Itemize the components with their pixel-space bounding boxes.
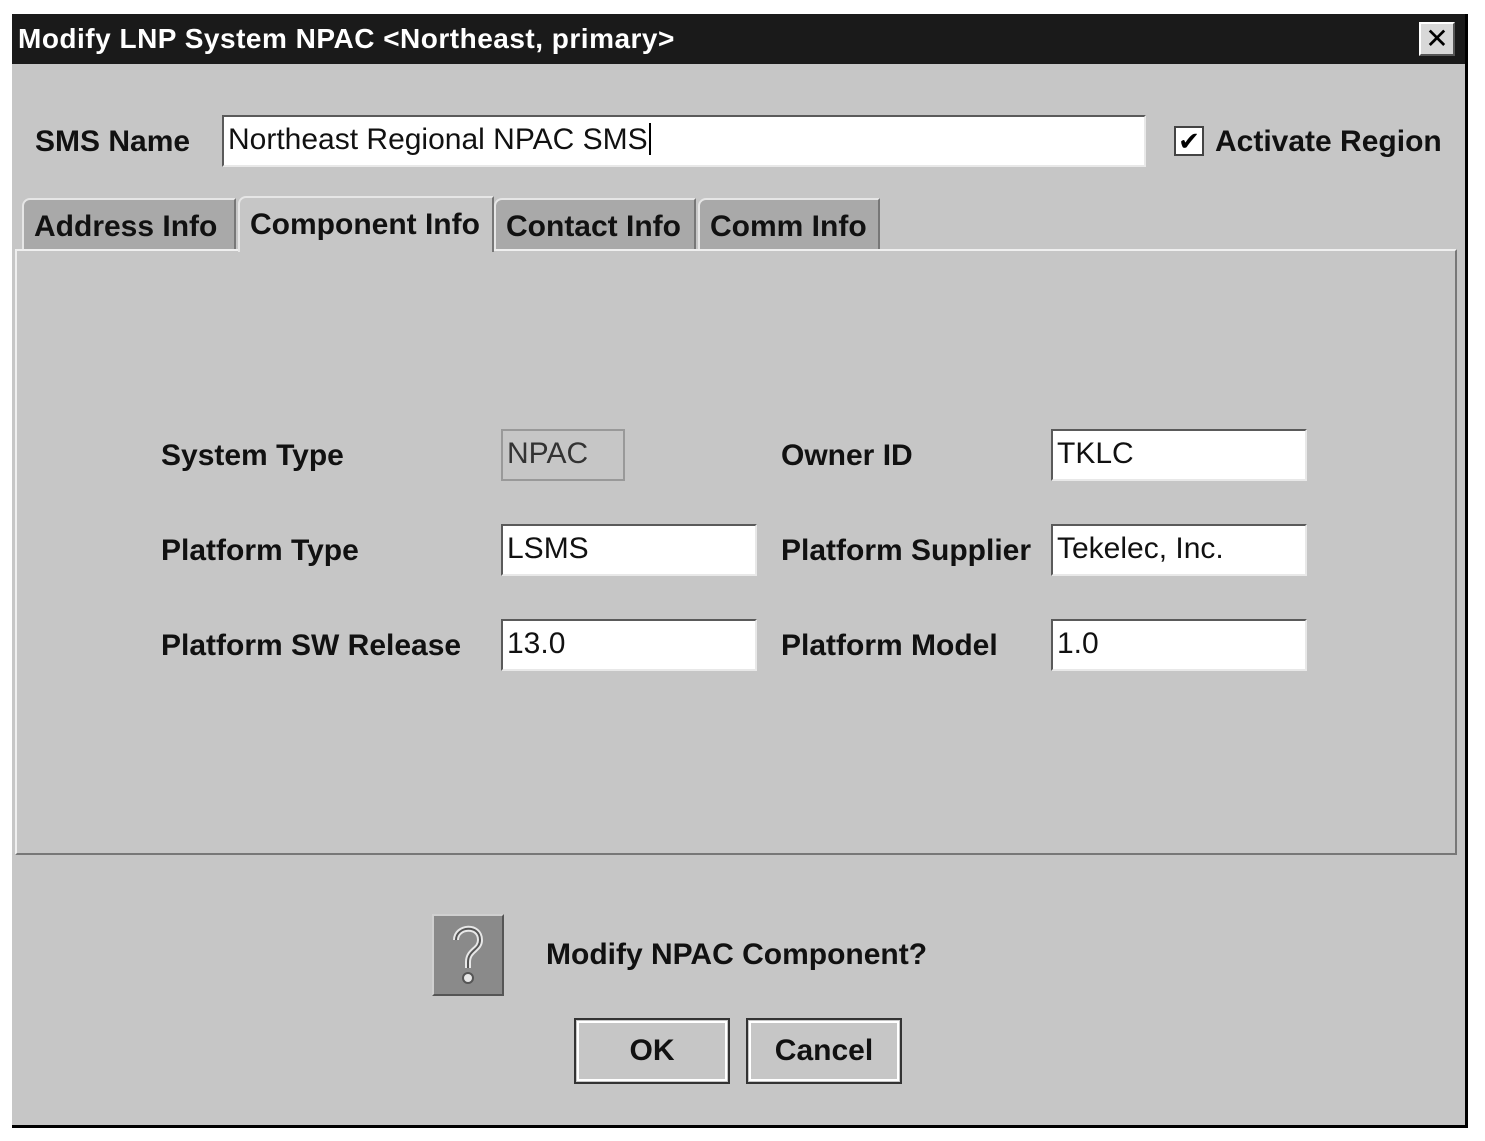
- tab-component-info[interactable]: Component Info: [238, 196, 494, 252]
- component-info-panel: System Type NPAC Owner ID TKLC Platform …: [15, 249, 1457, 855]
- system-type-field: NPAC: [501, 429, 625, 481]
- tab-comm-info[interactable]: Comm Info: [698, 198, 880, 250]
- checkmark-icon: ✔: [1178, 126, 1200, 156]
- sms-name-label: SMS Name: [35, 125, 191, 158]
- system-type-label: System Type: [161, 439, 344, 472]
- platform-supplier-label: Platform Supplier: [781, 534, 1032, 567]
- platform-sw-release-input[interactable]: 13.0: [501, 619, 757, 671]
- cancel-button[interactable]: Cancel: [746, 1018, 902, 1084]
- owner-id-label: Owner ID: [781, 439, 913, 472]
- activate-region-checkbox[interactable]: ✔: [1174, 126, 1204, 156]
- confirm-question-text: Modify NPAC Component?: [546, 938, 928, 971]
- tab-contact-info[interactable]: Contact Info: [494, 198, 696, 250]
- window-title: Modify LNP System NPAC <Northeast, prima…: [18, 23, 675, 54]
- platform-sw-release-label: Platform SW Release: [161, 629, 462, 662]
- title-bar[interactable]: Modify LNP System NPAC <Northeast, prima…: [12, 14, 1465, 64]
- platform-supplier-input[interactable]: Tekelec, Inc.: [1051, 524, 1307, 576]
- text-caret: [648, 123, 651, 155]
- close-button[interactable]: ✕: [1419, 22, 1455, 56]
- platform-type-input[interactable]: LSMS: [501, 524, 757, 576]
- owner-id-input[interactable]: TKLC: [1051, 429, 1307, 481]
- question-icon: [432, 914, 504, 996]
- tab-address-info[interactable]: Address Info: [22, 198, 236, 250]
- platform-type-label: Platform Type: [161, 534, 359, 567]
- question-mark-glyph: [453, 925, 484, 984]
- activate-region-label: Activate Region: [1215, 125, 1442, 158]
- ok-button[interactable]: OK: [574, 1018, 730, 1084]
- close-icon: ✕: [1425, 23, 1449, 54]
- modify-npac-dialog: Modify LNP System NPAC <Northeast, prima…: [12, 14, 1468, 1128]
- sms-name-input[interactable]: Northeast Regional NPAC SMS: [222, 115, 1146, 167]
- platform-model-input[interactable]: 1.0: [1051, 619, 1307, 671]
- platform-model-label: Platform Model: [781, 629, 998, 662]
